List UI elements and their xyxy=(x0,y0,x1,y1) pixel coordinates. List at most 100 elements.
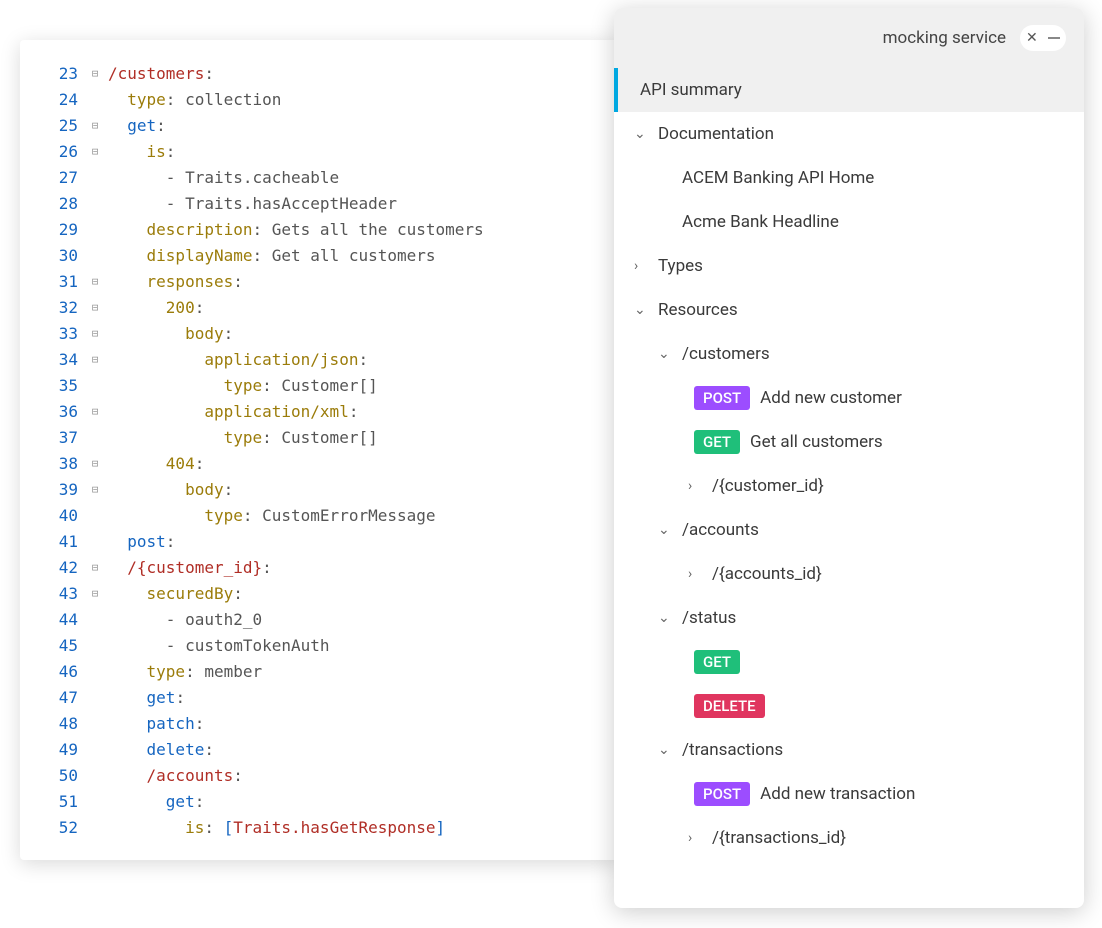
code-line[interactable]: 32⊟ 200: xyxy=(20,294,620,320)
code-line[interactable]: 52 is: [Traits.hasGetResponse] xyxy=(20,814,620,840)
fold-collapse-icon[interactable]: ⊟ xyxy=(86,275,104,288)
code-line[interactable]: 31⊟ responses: xyxy=(20,268,620,294)
code-line[interactable]: 51 get: xyxy=(20,788,620,814)
outline-method-item[interactable]: GETGet all customers xyxy=(614,420,1084,464)
fold-collapse-icon[interactable]: ⊟ xyxy=(86,483,104,496)
code-line[interactable]: 48 patch: xyxy=(20,710,620,736)
chevron-down-icon[interactable]: ⌄ xyxy=(634,302,652,318)
code-line[interactable]: 47 get: xyxy=(20,684,620,710)
code-line[interactable]: 42⊟ /{customer_id}: xyxy=(20,554,620,580)
code-content[interactable]: application/json: xyxy=(104,350,368,369)
fold-collapse-icon[interactable]: ⊟ xyxy=(86,353,104,366)
outline-item[interactable]: ›/{accounts_id} xyxy=(614,552,1084,596)
chevron-down-icon[interactable]: ⌄ xyxy=(634,126,652,142)
code-line[interactable]: 45 - customTokenAuth xyxy=(20,632,620,658)
code-line[interactable]: 34⊟ application/json: xyxy=(20,346,620,372)
outline-item[interactable]: ⌄/status xyxy=(614,596,1084,640)
fold-collapse-icon[interactable]: ⊟ xyxy=(86,67,104,80)
code-content[interactable]: get: xyxy=(104,116,166,135)
code-line[interactable]: 39⊟ body: xyxy=(20,476,620,502)
outline-item[interactable]: ›/{customer_id} xyxy=(614,464,1084,508)
code-line[interactable]: 40 type: CustomErrorMessage xyxy=(20,502,620,528)
code-content[interactable]: - oauth2_0 xyxy=(104,610,262,629)
fold-collapse-icon[interactable]: ⊟ xyxy=(86,587,104,600)
outline-item[interactable]: ⌄/transactions xyxy=(614,728,1084,772)
code-content[interactable]: application/xml: xyxy=(104,402,358,421)
code-content[interactable]: body: xyxy=(104,324,233,343)
outline-item[interactable]: ACEM Banking API Home xyxy=(614,156,1084,200)
fold-collapse-icon[interactable]: ⊟ xyxy=(86,145,104,158)
chevron-right-icon[interactable]: › xyxy=(688,566,706,582)
code-line[interactable]: 44 - oauth2_0 xyxy=(20,606,620,632)
code-content[interactable]: securedBy: xyxy=(104,584,243,603)
outline-item-selected[interactable]: API summary xyxy=(614,68,1084,112)
code-content[interactable]: /{customer_id}: xyxy=(104,558,272,577)
code-line[interactable]: 41 post: xyxy=(20,528,620,554)
fold-collapse-icon[interactable]: ⊟ xyxy=(86,405,104,418)
fold-collapse-icon[interactable]: ⊟ xyxy=(86,561,104,574)
chevron-right-icon[interactable]: › xyxy=(634,258,652,274)
code-line[interactable]: 27 - Traits.cacheable xyxy=(20,164,620,190)
outline-item[interactable]: ⌄/customers xyxy=(614,332,1084,376)
outline-item[interactable]: Acme Bank Headline xyxy=(614,200,1084,244)
code-line[interactable]: 30 displayName: Get all customers xyxy=(20,242,620,268)
chevron-down-icon[interactable]: ⌄ xyxy=(658,610,676,626)
code-line[interactable]: 26⊟ is: xyxy=(20,138,620,164)
outline-method-item[interactable]: POSTAdd new customer xyxy=(614,376,1084,420)
chevron-down-icon[interactable]: ⌄ xyxy=(658,522,676,538)
code-content[interactable]: 200: xyxy=(104,298,204,317)
code-line[interactable]: 36⊟ application/xml: xyxy=(20,398,620,424)
code-line[interactable]: 35 type: Customer[] xyxy=(20,372,620,398)
chevron-down-icon[interactable]: ⌄ xyxy=(658,346,676,362)
code-line[interactable]: 33⊟ body: xyxy=(20,320,620,346)
code-content[interactable]: delete: xyxy=(104,740,214,759)
code-content[interactable]: patch: xyxy=(104,714,204,733)
outline-method-item[interactable]: POSTAdd new transaction xyxy=(614,772,1084,816)
code-line[interactable]: 49 delete: xyxy=(20,736,620,762)
code-line[interactable]: 50 /accounts: xyxy=(20,762,620,788)
code-content[interactable]: type: Customer[] xyxy=(104,428,378,447)
code-content[interactable]: description: Gets all the customers xyxy=(104,220,484,239)
outline-item[interactable]: ⌄Resources xyxy=(614,288,1084,332)
code-content[interactable]: /accounts: xyxy=(104,766,243,785)
code-line[interactable]: 25⊟ get: xyxy=(20,112,620,138)
code-line[interactable]: 37 type: Customer[] xyxy=(20,424,620,450)
code-line[interactable]: 23⊟/customers: xyxy=(20,60,620,86)
code-content[interactable]: type: Customer[] xyxy=(104,376,378,395)
code-content[interactable]: post: xyxy=(104,532,175,551)
code-content[interactable]: type: collection xyxy=(104,90,281,109)
outline-item[interactable]: ⌄Documentation xyxy=(614,112,1084,156)
code-line[interactable]: 24 type: collection xyxy=(20,86,620,112)
outline-method-item[interactable]: GET xyxy=(614,640,1084,684)
code-content[interactable]: - Traits.cacheable xyxy=(104,168,339,187)
chevron-right-icon[interactable]: › xyxy=(688,830,706,846)
code-content[interactable]: displayName: Get all customers xyxy=(104,246,436,265)
code-content[interactable]: is: [Traits.hasGetResponse] xyxy=(104,818,445,837)
code-content[interactable]: body: xyxy=(104,480,233,499)
fold-collapse-icon[interactable]: ⊟ xyxy=(86,327,104,340)
fold-collapse-icon[interactable]: ⊟ xyxy=(86,457,104,470)
code-content[interactable]: 404: xyxy=(104,454,204,473)
code-content[interactable]: /customers: xyxy=(104,64,214,83)
outline-item[interactable]: ›/{transactions_id} xyxy=(614,816,1084,860)
outline-item[interactable]: ›Types xyxy=(614,244,1084,288)
code-content[interactable]: type: member xyxy=(104,662,262,681)
code-content[interactable]: get: xyxy=(104,792,204,811)
code-line[interactable]: 29 description: Gets all the customers xyxy=(20,216,620,242)
code-content[interactable]: - customTokenAuth xyxy=(104,636,330,655)
chevron-down-icon[interactable]: ⌄ xyxy=(658,742,676,758)
code-line[interactable]: 28 - Traits.hasAcceptHeader xyxy=(20,190,620,216)
code-content[interactable]: type: CustomErrorMessage xyxy=(104,506,436,525)
code-content[interactable]: is: xyxy=(104,142,175,161)
outline-item[interactable]: ⌄/accounts xyxy=(614,508,1084,552)
outline-method-item[interactable]: DELETE xyxy=(614,684,1084,728)
code-line[interactable]: 38⊟ 404: xyxy=(20,450,620,476)
code-content[interactable]: - Traits.hasAcceptHeader xyxy=(104,194,397,213)
code-content[interactable]: responses: xyxy=(104,272,243,291)
fold-collapse-icon[interactable]: ⊟ xyxy=(86,301,104,314)
code-content[interactable]: get: xyxy=(104,688,185,707)
code-line[interactable]: 46 type: member xyxy=(20,658,620,684)
mocking-service-toggle[interactable]: ✕ xyxy=(1020,25,1066,51)
chevron-right-icon[interactable]: › xyxy=(688,478,706,494)
fold-collapse-icon[interactable]: ⊟ xyxy=(86,119,104,132)
